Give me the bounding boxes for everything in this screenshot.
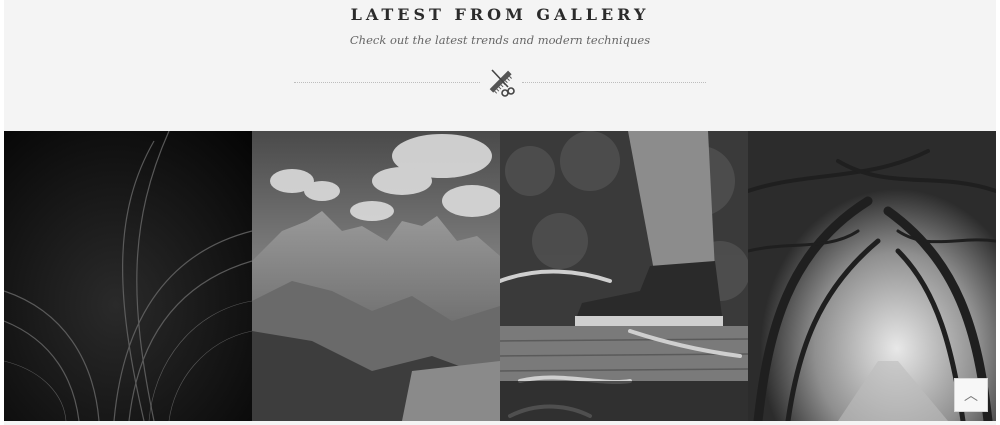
gallery-section: LATEST FROM GALLERY Check out the latest… <box>4 0 996 425</box>
image-boot-log <box>500 131 748 421</box>
divider-line-right <box>522 82 706 83</box>
section-title: LATEST FROM GALLERY <box>350 5 650 24</box>
gallery-item-book-pages[interactable] <box>4 131 252 421</box>
gallery-item-boot-on-log[interactable] <box>500 131 748 421</box>
barber-comb-scissors-icon <box>484 65 518 99</box>
scroll-to-top-button[interactable]: ︿ <box>954 378 988 412</box>
image-mountains <box>252 131 500 421</box>
gallery-item-mountains[interactable] <box>252 131 500 421</box>
chevron-up-icon: ︿ <box>964 388 978 404</box>
section-subtitle: Check out the latest trends and modern t… <box>349 33 651 47</box>
image-book-pages <box>4 131 252 421</box>
divider-line-left <box>294 82 480 83</box>
gallery-grid <box>4 131 996 421</box>
